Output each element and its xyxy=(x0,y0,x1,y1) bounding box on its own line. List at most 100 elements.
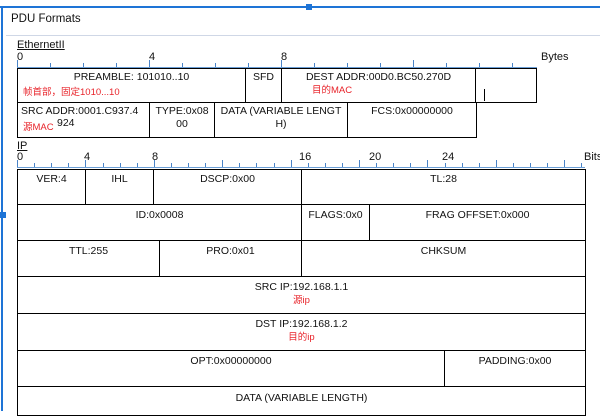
frag-offset-text: FRAG OFFSET:0x000 xyxy=(425,209,530,221)
flags-text: FLAGS:0x0 xyxy=(308,209,363,221)
src-mac-annotation: 源MAC xyxy=(23,122,54,133)
ip-ver-field: VER:4 xyxy=(17,169,86,205)
ruler-tick xyxy=(136,163,138,167)
ip-data-text: DATA (VARIABLE LENGTH) xyxy=(235,392,368,404)
ruler-tick xyxy=(215,63,216,67)
eth-data-field: DATA (VARIABLE LENGT H) xyxy=(214,102,348,138)
ip-ruler-baseline xyxy=(17,167,585,168)
eth-dest-addr-cont-field xyxy=(475,68,537,103)
ruler-tick xyxy=(547,163,549,167)
ruler-tick xyxy=(17,160,18,167)
ruler-tick xyxy=(34,163,36,167)
ruler-tick xyxy=(50,63,51,67)
eth-type-field: TYPE:0x08 00 xyxy=(149,102,215,138)
eth-units-label: Bytes xyxy=(541,51,569,63)
preamble-text: PREAMBLE: 101010..10 xyxy=(73,71,190,83)
ruler-tick xyxy=(347,63,348,67)
eth-sfd-field: SFD xyxy=(245,68,282,103)
id-text: ID:0x0008 xyxy=(135,209,184,221)
ip-padding-field: PADDING:0x00 xyxy=(444,350,586,387)
ruler-tick xyxy=(444,163,446,167)
ruler-tick xyxy=(512,163,514,167)
selection-border-top xyxy=(0,6,600,8)
type-text: TYPE:0x08 xyxy=(155,105,209,117)
ruler-tick xyxy=(188,163,189,167)
ruler-tick xyxy=(413,60,414,67)
ruler-tick xyxy=(427,160,429,167)
ip-src-ip-field: SRC IP:192.168.1.1 源ip xyxy=(17,276,586,314)
ttl-text: TTL:255 xyxy=(68,245,109,257)
padding-text: PADDING:0x00 xyxy=(478,355,552,367)
ip-dscp-field: DSCP:0x00 xyxy=(153,169,302,205)
fcs-text: FCS:0x00000000 xyxy=(371,105,453,117)
ver-text: VER:4 xyxy=(36,173,67,185)
ruler-tick xyxy=(530,163,531,167)
ruler-tick xyxy=(248,63,249,67)
ip-data-field: DATA (VARIABLE LENGTH) xyxy=(17,386,586,416)
ethernet-section-label: EthernetII xyxy=(17,39,65,51)
ruler-tick xyxy=(307,163,309,167)
ruler-tick xyxy=(512,63,513,67)
eth-preamble-field: PREAMBLE: 101010..10 帧首部，固定1010...10 xyxy=(17,68,246,103)
ruler-tick xyxy=(153,160,155,167)
ip-ruler-16: 16 xyxy=(299,151,312,163)
dst-ip-annotation: 目的ip xyxy=(288,332,315,343)
ip-ttl-field: TTL:255 xyxy=(17,240,160,277)
ruler-tick xyxy=(359,160,360,167)
ruler-tick xyxy=(410,163,412,167)
dst-ip-text: DST IP:192.168.1.2 xyxy=(255,318,348,330)
ruler-tick xyxy=(17,60,18,67)
ip-frag-offset-field: FRAG OFFSET:0x000 xyxy=(369,204,586,241)
ruler-tick xyxy=(273,163,275,167)
opt-text: OPT:0x00000000 xyxy=(190,355,272,367)
ruler-tick xyxy=(461,163,463,167)
preamble-annotation: 帧首部，固定1010...10 xyxy=(23,87,120,98)
ruler-tick xyxy=(256,163,258,167)
ihl-text: IHL xyxy=(111,173,128,185)
eth-data-text-cont: H) xyxy=(275,118,287,130)
ruler-tick xyxy=(222,160,224,167)
panel-divider xyxy=(6,35,600,36)
ruler-tick xyxy=(102,163,104,167)
ruler-tick xyxy=(478,163,480,167)
ruler-tick xyxy=(341,163,343,167)
ruler-tick xyxy=(83,63,84,67)
panel-title: PDU Formats xyxy=(11,13,81,25)
eth-dest-addr-field: DEST ADDR:00D0.BC50.270D 目的MAC xyxy=(281,68,476,103)
ruler-tick xyxy=(205,163,207,167)
ruler-tick xyxy=(393,163,395,167)
src-ip-annotation: 源ip xyxy=(293,295,310,306)
ruler-tick xyxy=(446,63,447,67)
sfd-text: SFD xyxy=(253,71,274,83)
ip-units-label: Bits xyxy=(584,151,600,163)
ruler-tick xyxy=(380,63,381,67)
src-ip-text: SRC IP:192.168.1.1 xyxy=(254,281,349,293)
ruler-tick xyxy=(564,160,566,167)
eth-src-addr-field: SRC ADDR:0001.C937.4 源MAC 924 xyxy=(17,102,150,138)
ruler-tick xyxy=(239,163,241,167)
ruler-tick xyxy=(85,160,87,167)
ruler-tick xyxy=(290,160,292,167)
ruler-tick xyxy=(581,163,583,167)
ruler-tick xyxy=(479,63,480,67)
tl-text: TL:28 xyxy=(430,173,457,185)
ruler-tick xyxy=(116,63,117,67)
ruler-tick xyxy=(376,163,378,167)
ip-opt-field: OPT:0x00000000 xyxy=(17,350,445,387)
ruler-tick xyxy=(51,163,53,167)
ip-ruler-24: 24 xyxy=(442,151,455,163)
text-cursor xyxy=(484,89,485,101)
ip-tl-field: TL:28 xyxy=(301,169,586,205)
eth-data-text: DATA (VARIABLE LENGT xyxy=(220,105,342,117)
ip-ruler-20: 20 xyxy=(369,151,382,163)
ruler-tick xyxy=(119,163,121,167)
dscp-text: DSCP:0x00 xyxy=(200,173,255,185)
dest-mac-annotation: 目的MAC xyxy=(312,85,353,96)
ip-pro-field: PRO:0x01 xyxy=(159,240,302,277)
chksum-text: CHKSUM xyxy=(420,245,467,257)
type-text-cont: 00 xyxy=(176,118,188,130)
dest-addr-text: DEST ADDR:00D0.BC50.270D xyxy=(305,71,452,83)
eth-fcs-field: FCS:0x00000000 xyxy=(347,102,477,138)
ruler-tick xyxy=(324,163,326,167)
pro-text: PRO:0x01 xyxy=(206,245,255,257)
